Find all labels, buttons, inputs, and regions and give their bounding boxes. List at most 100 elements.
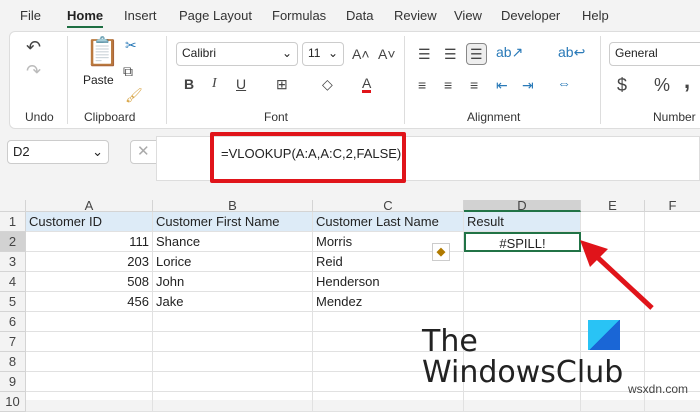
copy-icon[interactable]: ⧉ [123,64,133,78]
row-header-2[interactable]: 2 [0,232,26,252]
cell-D4[interactable] [464,272,581,292]
paste-button[interactable]: Paste [83,73,114,87]
tab-developer[interactable]: Developer [501,8,560,23]
currency-button[interactable]: $ [617,76,627,94]
cell-A8[interactable] [26,352,153,372]
middle-align-icon[interactable]: ☰ [444,47,457,61]
tab-data[interactable]: Data [346,8,373,23]
increase-font-icon[interactable]: A˄ [352,47,370,61]
tab-home[interactable]: Home [67,8,104,28]
cell-B7[interactable] [153,332,313,352]
font-color-icon[interactable]: A [362,76,372,93]
font-size-select[interactable]: 11 ⌄ [302,42,344,66]
fill-color-icon[interactable]: ◇ [322,77,333,91]
tab-view[interactable]: View [454,8,482,23]
row-header-7[interactable]: 7 [0,332,26,352]
cell-C5[interactable]: Mendez [313,292,464,312]
tab-formulas[interactable]: Formulas [272,8,326,23]
row-header-6[interactable]: 6 [0,312,26,332]
cell-C4[interactable]: Henderson [313,272,464,292]
tab-page-layout[interactable]: Page Layout [179,8,252,23]
row-header-4[interactable]: 4 [0,272,26,292]
column-header-B[interactable]: B [153,199,313,212]
orientation-icon[interactable]: ab↗ [496,45,523,59]
tab-insert[interactable]: Insert [124,8,157,23]
cell-A2[interactable]: 111 [26,232,153,252]
cell-C10[interactable] [313,392,464,412]
column-header-D[interactable]: D [464,199,581,212]
cell-A1[interactable]: Customer ID [26,212,153,232]
bottom-align-icon[interactable]: ☰ [466,43,487,65]
cell-A7[interactable] [26,332,153,352]
align-right-icon[interactable]: ≡ [470,78,478,92]
italic-button[interactable]: I [212,77,217,91]
cell-A3[interactable]: 203 [26,252,153,272]
bold-button[interactable]: B [184,77,194,91]
format-painter-icon[interactable]: 🖌 [125,88,143,102]
decrease-font-icon[interactable]: A˅ [378,47,396,61]
borders-icon[interactable]: ⊞ [276,77,288,91]
undo-icon[interactable]: ↶ [26,38,41,56]
align-center-icon[interactable]: ≡ [444,78,452,92]
cell-B10[interactable] [153,392,313,412]
cell-B9[interactable] [153,372,313,392]
tab-help[interactable]: Help [582,8,609,23]
cell-D3[interactable] [464,252,581,272]
row-header-5[interactable]: 5 [0,292,26,312]
merge-center-icon[interactable]: ⇔ [557,76,571,90]
cell-B8[interactable] [153,352,313,372]
select-all-button[interactable] [0,200,26,212]
cell-F6[interactable] [645,312,700,332]
row-header-1[interactable]: 1 [0,212,26,232]
top-align-icon[interactable]: ☰ [418,47,431,61]
percent-button[interactable]: % [654,76,670,94]
column-header-A[interactable]: A [26,199,153,212]
cell-A9[interactable] [26,372,153,392]
comma-button[interactable]: , [684,70,690,92]
cell-B6[interactable] [153,312,313,332]
redo-icon[interactable]: ↷ [26,62,41,80]
column-header-F[interactable]: F [645,199,700,212]
tab-review[interactable]: Review [394,8,437,23]
site-watermark: wsxdn.com [628,382,689,396]
cell-E1[interactable] [581,212,645,232]
align-left-icon[interactable]: ≡ [418,78,426,92]
cell-C1[interactable]: Customer Last Name [313,212,464,232]
number-format-select[interactable]: General [609,42,700,66]
red-arrow-annotation [580,240,654,310]
decrease-indent-icon[interactable]: ⇤ [496,78,508,92]
cell-B2[interactable]: Shance [153,232,313,252]
group-label-undo: Undo [25,110,54,124]
paste-icon[interactable]: 📋 [85,38,120,66]
row-header-3[interactable]: 3 [0,252,26,272]
cell-F7[interactable] [645,332,700,352]
cell-A5[interactable]: 456 [26,292,153,312]
spill-error-warning-icon[interactable]: ◆ [432,243,450,261]
cut-icon[interactable]: ✂ [125,38,137,52]
underline-button[interactable]: U [236,77,246,91]
cell-F1[interactable] [645,212,700,232]
wrap-text-icon[interactable]: ab↩ [558,45,585,59]
cell-B1[interactable]: Customer First Name [153,212,313,232]
cell-A6[interactable] [26,312,153,332]
font-name-select[interactable]: Calibri ⌄ [176,42,298,66]
cell-F8[interactable] [645,352,700,372]
cell-B5[interactable]: Jake [153,292,313,312]
cell-B3[interactable]: Lorice [153,252,313,272]
cell-D5[interactable] [464,292,581,312]
increase-indent-icon[interactable]: ⇥ [522,78,534,92]
cell-D1[interactable]: Result [464,212,581,232]
name-box[interactable]: D2 ⌄ [7,140,109,164]
cancel-button[interactable]: ✕ [137,143,150,160]
cell-D10[interactable] [464,392,581,412]
column-header-C[interactable]: C [313,199,464,212]
row-header-9[interactable]: 9 [0,372,26,392]
tab-file[interactable]: File [20,8,41,23]
cell-A10[interactable] [26,392,153,412]
column-header-E[interactable]: E [581,199,645,212]
cell-A4[interactable]: 508 [26,272,153,292]
row-header-8[interactable]: 8 [0,352,26,372]
cell-D2[interactable]: #SPILL! [464,232,581,252]
cell-B4[interactable]: John [153,272,313,292]
row-header-10[interactable]: 10 [0,392,26,412]
